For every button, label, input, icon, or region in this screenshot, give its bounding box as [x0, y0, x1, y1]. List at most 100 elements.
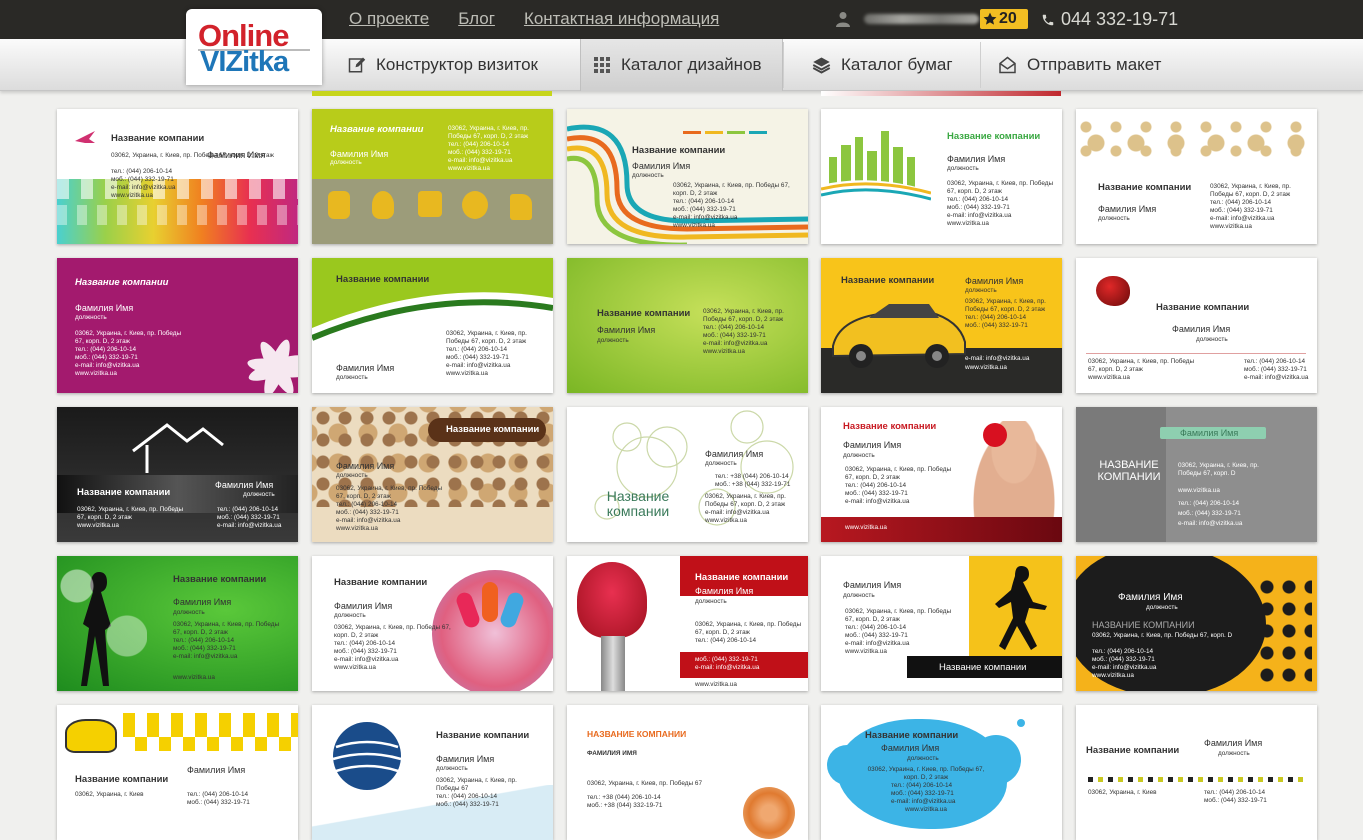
nav-label: Конструктор визиток	[376, 55, 538, 74]
person-position: должность	[705, 460, 737, 467]
card-web: www.vizitka.ua	[845, 524, 887, 531]
company-name: Название компании	[632, 145, 726, 156]
partial-card[interactable]	[312, 91, 552, 96]
card-address: 03062, Украина, г. Киев, пр. Победы 67, …	[673, 182, 790, 198]
card-mobile: моб.: (044) 332-19-71	[965, 322, 1028, 329]
card-phone: тел.: (044) 206-10-14	[673, 198, 735, 205]
design-card[interactable]: Название компании Фамилия Имя должность …	[312, 705, 553, 840]
pencil-icon	[348, 57, 366, 73]
person-name: Фамилия Имя	[843, 580, 902, 590]
card-web: www.vizitka.ua	[75, 370, 117, 377]
design-card[interactable]: Название компании Фамилия Имя должность …	[821, 258, 1062, 393]
design-card[interactable]: Название компании Фамилия Имя должность …	[57, 407, 298, 542]
design-card[interactable]: Название компании Фамилия Имя должность …	[1076, 258, 1317, 393]
nav-design-catalog[interactable]: Каталог дизайнов	[580, 39, 783, 91]
design-card[interactable]: НАЗВАНИЕ КОМПАНИИ ФАМИЛИЯ ИМЯ 03062, Укр…	[567, 705, 808, 840]
card-phone: тел.: (044) 206-10-14	[695, 637, 757, 644]
design-card[interactable]: Название компании Фамилия Имя должность …	[567, 258, 808, 393]
globe-icon	[332, 722, 402, 790]
card-email: e-mail: info@vizitka.ua	[947, 212, 1012, 219]
person-name: Фамилия Имя	[705, 449, 764, 459]
design-card[interactable]: Название компании Фамилия Имя должность …	[821, 109, 1062, 244]
partial-card[interactable]	[821, 91, 1061, 96]
design-card[interactable]: Название компании Фамилия Имя должность …	[1076, 109, 1317, 244]
card-address: 03062, Украина, г. Киев, пр. Победы 67, …	[1210, 183, 1291, 199]
flower-icon	[983, 423, 1007, 447]
card-email: e-mail: info@vizitka.ua	[965, 355, 1030, 362]
design-card[interactable]: Название компании Фамилия Имя должность …	[312, 109, 553, 244]
nav-send-layout[interactable]: Отправить макет	[998, 39, 1161, 91]
link-contacts[interactable]: Контактная информация	[524, 9, 719, 29]
ornament-graphic	[1076, 119, 1317, 167]
card-phone: тел.: +38 (044) 206-10-14	[715, 473, 789, 480]
company-name: НАЗВАНИЕ КОМПАНИИ	[587, 729, 687, 739]
card-phone: тел.: (044) 206-10-14	[1092, 648, 1154, 655]
link-about[interactable]: О проекте	[349, 9, 429, 29]
company-name: Название компании	[947, 131, 1041, 142]
card-address: 03062, Украина, г. Киев, пр. Победы 67, …	[77, 506, 184, 522]
design-card[interactable]: Название компании Фамилия Имя должность …	[57, 556, 298, 691]
design-card[interactable]: Фамилия Имя должность НАЗВАНИЕ КОМПАНИИ …	[1076, 556, 1317, 691]
design-card[interactable]: Название компании Фамилия Имя должность …	[821, 407, 1062, 542]
person-position: должность	[336, 374, 368, 381]
card-web: www.vizitka.ua	[336, 525, 378, 532]
card-mobile: моб.: (044) 332-19-71	[1204, 797, 1267, 804]
nav-card-constructor[interactable]: Конструктор визиток	[348, 39, 538, 91]
person-name: Фамилия Имя	[1098, 204, 1157, 214]
design-card[interactable]: Название компании Фамилия Имя должность …	[312, 407, 553, 542]
card-phone: тел.: (044) 206-10-14	[111, 168, 173, 175]
card-email: e-mail: info@vizitka.ua	[845, 640, 910, 647]
design-card[interactable]: Название компании Фамилия Имя должность …	[57, 258, 298, 393]
design-card[interactable]: Название компании Фамилия Имя должность …	[567, 407, 808, 542]
design-card[interactable]: Название компании Фамилия Имя должность …	[567, 556, 808, 691]
card-web: www.vizitka.ua	[703, 348, 745, 355]
card-email: e-mail: info@vizitka.ua	[173, 653, 238, 660]
card-web: www.vizitka.ua	[1210, 223, 1252, 230]
company-name: Название компании	[75, 774, 169, 785]
grid-icon	[594, 56, 610, 73]
design-card[interactable]: НАЗВАНИЕ КОМПАНИИ Фамилия Имя 03062, Укр…	[1076, 407, 1317, 542]
card-mobile: моб.: (044) 332-19-71	[448, 149, 511, 156]
person-name: Фамилия Имя	[436, 754, 495, 764]
design-card[interactable]: Название компании Фамилия Имя должность …	[312, 258, 553, 393]
person-name: Фамилия Имя	[336, 363, 395, 373]
card-address: 03062, Украина, г. Киев	[1088, 789, 1157, 796]
person-name: Фамилия Имя	[881, 743, 940, 753]
card-mobile: моб.: (044) 332-19-71	[845, 490, 908, 497]
design-card[interactable]: Название компании Фамилия Имя должность …	[821, 705, 1062, 840]
nav-label: Каталог бумаг	[841, 55, 953, 74]
username-blurred[interactable]	[864, 14, 979, 24]
design-card[interactable]: Название компании Фамилия Имя должность …	[567, 109, 808, 244]
person-position: должность	[695, 598, 727, 605]
card-phone: тел.: (044) 206-10-14	[1204, 789, 1266, 796]
card-address: 03062, Украина, г. Киев, пр. Победы 67	[436, 777, 517, 793]
design-card[interactable]: Название компании Фамилия Имя 03062, Укр…	[57, 705, 298, 840]
card-email: e-mail: info@vizitka.ua	[1210, 215, 1275, 222]
person-name: Фамилия Имя	[173, 597, 232, 607]
card-phone: тел.: (044) 206-10-14	[75, 346, 137, 353]
design-card[interactable]: Название компании Фамилия Имя должность …	[1076, 705, 1317, 840]
card-address: 03062, Украина, г. Киев, пр. Победы 67, …	[336, 485, 443, 501]
site-logo[interactable]: Online VIZitka	[186, 9, 322, 85]
design-card[interactable]: Название компании Фамилия Имя 03062, Укр…	[57, 109, 298, 244]
card-phone: тел.: (044) 206-10-14	[1244, 358, 1306, 365]
person-name: Фамилия Имя	[843, 440, 902, 450]
rating-value: 20	[999, 10, 1017, 27]
person-position: должность	[334, 612, 366, 619]
hummingbird-icon	[75, 131, 95, 143]
card-email: e-mail: info@vizitka.ua	[703, 340, 768, 347]
company-name: Название компании	[1156, 302, 1250, 313]
card-mobile: моб.: (044) 332-19-71	[673, 206, 736, 213]
card-web: www.vizitka.ua	[947, 220, 989, 227]
user-icon[interactable]	[836, 11, 850, 27]
design-card[interactable]: Название компании Фамилия Имя должность …	[821, 556, 1062, 691]
nav-paper-catalog[interactable]: Каталог бумаг	[812, 39, 953, 91]
card-phone: тел.: (044) 206-10-14	[947, 196, 1009, 203]
card-address: 03062, Украина, г. Киев, пр. Победы 67, …	[173, 621, 280, 637]
card-phone: тел.: (044) 206-10-14	[891, 782, 953, 789]
person-position: должность	[843, 452, 875, 459]
design-card[interactable]: Название компании Фамилия Имя должность …	[312, 556, 553, 691]
link-blog[interactable]: Блог	[458, 9, 495, 29]
person-position: должность	[843, 592, 875, 599]
card-phone: тел.: +38 (044) 206-10-14	[587, 794, 661, 801]
